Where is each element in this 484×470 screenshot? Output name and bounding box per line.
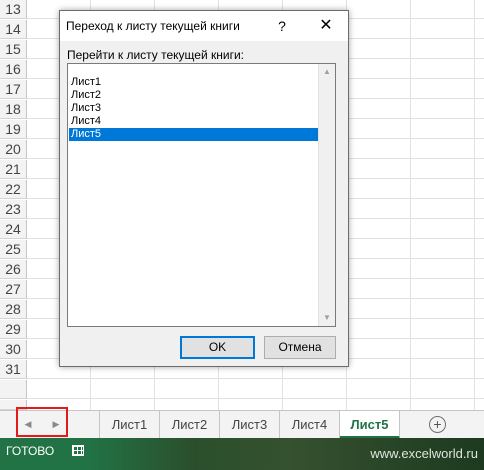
listbox-scrollbar[interactable]: ▲ ▼: [318, 64, 335, 326]
list-item[interactable]: Лист4: [69, 115, 321, 128]
row-header[interactable]: 17: [0, 80, 27, 99]
close-icon[interactable]: ✕: [312, 14, 340, 38]
sheet-tab-bar: ◀ ▶ Лист1 Лист2 Лист3 Лист4 Лист5 +: [0, 407, 484, 439]
help-button[interactable]: ?: [270, 14, 294, 38]
sheet-tab[interactable]: Лист4: [280, 411, 340, 438]
row-header[interactable]: 29: [0, 320, 27, 339]
row-header[interactable]: 26: [0, 260, 27, 279]
row-header[interactable]: 25: [0, 240, 27, 259]
list-item-selected[interactable]: Лист5: [69, 128, 321, 141]
gridline: [27, 398, 484, 399]
row-header[interactable]: 31: [0, 360, 27, 379]
sheet-tab[interactable]: Лист2: [160, 411, 220, 438]
row-header[interactable]: 21: [0, 160, 27, 179]
row-header[interactable]: [0, 380, 27, 399]
goto-sheet-dialog: Переход к листу текущей книги ? ✕ Перейт…: [59, 10, 349, 367]
sheet-tab[interactable]: Лист1: [99, 411, 160, 438]
status-text: ГОТОВО: [6, 444, 55, 458]
row-header[interactable]: 24: [0, 220, 27, 239]
row-header[interactable]: 27: [0, 280, 27, 299]
status-bar: ГОТОВО www.excelworld.ru: [0, 438, 484, 470]
sheet-tab-active[interactable]: Лист5: [340, 411, 400, 439]
scroll-down-icon[interactable]: ▼: [319, 310, 335, 326]
watermark: www.excelworld.ru: [370, 446, 478, 461]
list-item[interactable]: Лист1: [69, 76, 321, 89]
prev-sheet-icon[interactable]: ◀: [20, 417, 36, 431]
row-header[interactable]: 28: [0, 300, 27, 319]
row-header[interactable]: 20: [0, 140, 27, 159]
sheet-tab[interactable]: Лист3: [220, 411, 280, 438]
scroll-up-icon[interactable]: ▲: [319, 64, 335, 80]
add-sheet-icon[interactable]: +: [429, 416, 446, 433]
row-header[interactable]: 16: [0, 60, 27, 79]
row-header[interactable]: 18: [0, 100, 27, 119]
row-header[interactable]: 15: [0, 40, 27, 59]
row-header[interactable]: 22: [0, 180, 27, 199]
cancel-button[interactable]: Отмена: [264, 336, 336, 359]
row-header[interactable]: 23: [0, 200, 27, 219]
sheet-listbox[interactable]: Лист1 Лист2 Лист3 Лист4 Лист5 ▲ ▼: [67, 63, 336, 327]
dialog-title: Переход к листу текущей книги: [66, 19, 240, 33]
gridline: [474, 0, 475, 410]
ok-button[interactable]: OK: [180, 336, 255, 359]
row-header[interactable]: 14: [0, 20, 27, 39]
gridline: [27, 378, 484, 379]
sheet-list-label: Перейти к листу текущей книги:: [67, 48, 244, 62]
next-sheet-icon[interactable]: ▶: [48, 417, 64, 431]
list-item[interactable]: Лист2: [69, 89, 321, 102]
row-header[interactable]: 30: [0, 340, 27, 359]
gridline: [410, 0, 411, 410]
row-header[interactable]: 19: [0, 120, 27, 139]
table-icon[interactable]: [72, 445, 84, 456]
list-item[interactable]: Лист3: [69, 102, 321, 115]
row-header[interactable]: 13: [0, 0, 27, 19]
dialog-titlebar[interactable]: Переход к листу текущей книги ? ✕: [60, 11, 348, 41]
